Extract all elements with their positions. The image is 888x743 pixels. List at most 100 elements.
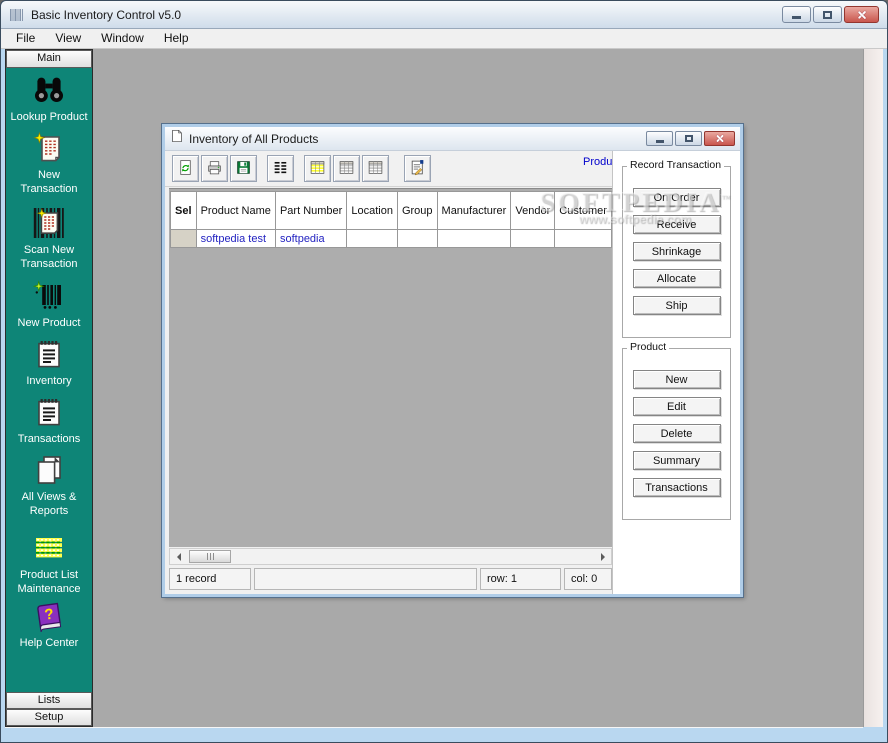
toolbar-properties-button[interactable] bbox=[404, 155, 431, 182]
close-button[interactable] bbox=[844, 6, 879, 23]
sidebar-item-transactions[interactable]: Transactions bbox=[6, 396, 92, 447]
sidebar-item-product-list-maintenance[interactable]: Product ListMaintenance bbox=[6, 532, 92, 596]
inventory-grid[interactable]: SelProduct NamePart NumberLocationGroupM… bbox=[169, 188, 612, 547]
sidebar-item-label: Transactions bbox=[6, 433, 92, 447]
child-titlebar[interactable]: Inventory of All Products bbox=[165, 127, 740, 151]
receive-button[interactable]: Receive bbox=[633, 215, 721, 234]
on-order-button[interactable]: On Order bbox=[633, 188, 721, 207]
column-header-sel[interactable]: Sel bbox=[171, 192, 197, 230]
sidebar-item-label: Inventory bbox=[6, 375, 92, 389]
new-transaction-icon bbox=[33, 132, 65, 166]
toolbar-print-button[interactable] bbox=[201, 155, 228, 182]
toolbar-save-button[interactable] bbox=[230, 155, 257, 182]
column-header-customer[interactable]: Customer bbox=[555, 192, 612, 230]
menu-item-window[interactable]: Window bbox=[91, 29, 154, 48]
action-panel: Record Transaction On Order Receive Shrinka… bbox=[612, 151, 740, 594]
delete-button[interactable]: Delete bbox=[633, 424, 721, 443]
table-cell[interactable] bbox=[511, 230, 555, 248]
main-window-controls bbox=[780, 6, 879, 23]
sidebar-item-inventory[interactable]: Inventory bbox=[6, 338, 92, 389]
child-window: Inventory of All Products Product SelPro… bbox=[162, 124, 743, 597]
scroll-right-arrow[interactable] bbox=[595, 549, 611, 564]
sidebar-item-label: Product List bbox=[6, 569, 92, 583]
application-window: Basic Inventory Control v5.0 FileViewWin… bbox=[0, 0, 888, 743]
column-header-group[interactable]: Group bbox=[397, 192, 437, 230]
toolbar-grid-plain-button[interactable] bbox=[333, 155, 360, 182]
child-window-controls bbox=[644, 131, 735, 146]
toolbar-grid-plain-button[interactable] bbox=[362, 155, 389, 182]
child-window-body: Product SelProduct NamePart NumberLocati… bbox=[165, 151, 740, 594]
grid-highlight-icon bbox=[309, 159, 326, 179]
child-restore-button[interactable] bbox=[675, 131, 702, 146]
new-button[interactable]: New bbox=[633, 370, 721, 389]
restore-button[interactable] bbox=[813, 6, 842, 23]
restore-icon bbox=[685, 135, 693, 142]
group-title: Product bbox=[627, 341, 669, 353]
summary-button[interactable]: Summary bbox=[633, 451, 721, 470]
table-cell[interactable] bbox=[397, 230, 437, 248]
close-icon bbox=[715, 134, 724, 143]
header-row: SelProduct NamePart NumberLocationGroupM… bbox=[171, 192, 612, 230]
menu-bar: FileViewWindowHelp bbox=[1, 29, 887, 49]
child-minimize-button[interactable] bbox=[646, 131, 673, 146]
column-header-location[interactable]: Location bbox=[347, 192, 398, 230]
barcode-app-icon bbox=[9, 7, 25, 23]
column-header-vendor[interactable]: Vendor bbox=[511, 192, 555, 230]
menu-item-help[interactable]: Help bbox=[154, 29, 199, 48]
print-icon bbox=[206, 159, 223, 179]
sidebar-body: Lookup ProductNewTransactionScan NewTran… bbox=[6, 68, 92, 692]
minimize-button[interactable] bbox=[782, 6, 811, 23]
document-icon bbox=[170, 129, 184, 148]
child-window-title: Inventory of All Products bbox=[189, 132, 318, 146]
sidebar-item-all-views-reports[interactable]: All Views &Reports bbox=[6, 454, 92, 518]
table-cell[interactable] bbox=[171, 230, 197, 248]
main-window-title: Basic Inventory Control v5.0 bbox=[31, 8, 181, 22]
sidebar-item-scan-new-transaction[interactable]: Scan NewTransaction bbox=[6, 207, 92, 271]
sidebar-tab-main[interactable]: Main bbox=[6, 50, 92, 68]
save-icon bbox=[235, 159, 252, 179]
table-cell[interactable] bbox=[555, 230, 612, 248]
main-titlebar[interactable]: Basic Inventory Control v5.0 bbox=[1, 1, 887, 29]
toolbar-table-view-button[interactable] bbox=[267, 155, 294, 182]
sidebar-item-label: New bbox=[6, 169, 92, 183]
table-cell[interactable]: softpedia bbox=[275, 230, 346, 248]
properties-icon bbox=[409, 159, 426, 179]
column-header-product-name[interactable]: Product Name bbox=[196, 192, 275, 230]
table-view-icon bbox=[272, 159, 289, 179]
sidebar-tab-setup[interactable]: Setup bbox=[6, 709, 92, 726]
scroll-thumb[interactable] bbox=[189, 550, 231, 563]
sidebar-item-label: New Product bbox=[6, 317, 92, 331]
child-close-button[interactable] bbox=[704, 131, 735, 146]
sidebar-item-new-product[interactable]: New Product bbox=[6, 280, 92, 331]
toolbar-refresh-button[interactable] bbox=[172, 155, 199, 182]
sidebar-item-help-center[interactable]: ?Help Center bbox=[6, 600, 92, 651]
table-row[interactable]: softpedia testsoftpedia bbox=[171, 230, 612, 248]
sidebar-tab-lists[interactable]: Lists bbox=[6, 692, 92, 709]
group-title: Record Transaction bbox=[627, 159, 724, 171]
column-header-part-number[interactable]: Part Number bbox=[275, 192, 346, 230]
sidebar-item-label: Reports bbox=[6, 505, 92, 519]
edit-button[interactable]: Edit bbox=[633, 397, 721, 416]
sidebar-item-lookup-product[interactable]: Lookup Product bbox=[6, 74, 92, 125]
menu-item-file[interactable]: File bbox=[6, 29, 45, 48]
menu-item-view[interactable]: View bbox=[45, 29, 91, 48]
column-header-manufacturer[interactable]: Manufacturer bbox=[437, 192, 511, 230]
horizontal-scrollbar[interactable] bbox=[169, 548, 612, 565]
table-cell[interactable] bbox=[347, 230, 398, 248]
sidebar-item-new-transaction[interactable]: NewTransaction bbox=[6, 132, 92, 196]
reports-icon bbox=[33, 454, 65, 488]
transactions-button[interactable]: Transactions bbox=[633, 478, 721, 497]
group-product: ProductNewEditDeleteSummaryTransactions bbox=[622, 348, 731, 520]
table-cell[interactable] bbox=[437, 230, 511, 248]
window-frame-right bbox=[863, 49, 883, 727]
toolbar-grid-highlight-button[interactable] bbox=[304, 155, 331, 182]
sidebar-item-label: Lookup Product bbox=[6, 111, 92, 125]
status-bar: 1 recordrow: 1col: 0 bbox=[169, 568, 612, 590]
ship-button[interactable]: Ship bbox=[633, 296, 721, 315]
status-message bbox=[254, 568, 477, 590]
shrinkage-button[interactable]: Shrinkage bbox=[633, 242, 721, 261]
table-cell[interactable]: softpedia test bbox=[196, 230, 275, 248]
allocate-button[interactable]: Allocate bbox=[633, 269, 721, 288]
scroll-left-arrow[interactable] bbox=[170, 549, 186, 564]
sidebar-item-label: Transaction bbox=[6, 258, 92, 272]
